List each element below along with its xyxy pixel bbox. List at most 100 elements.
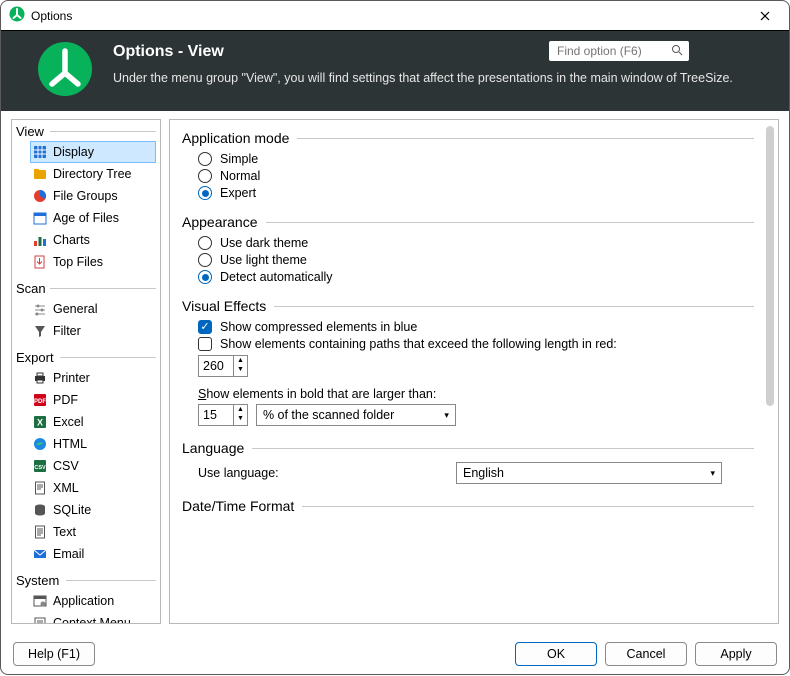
tree-item-directory-tree[interactable]: Directory Tree [30,163,156,185]
section-datetime: Date/Time Format [182,498,754,514]
tree-item-label: Excel [53,413,84,431]
scrollbar[interactable] [766,126,774,406]
section-appearance: Appearance Use dark theme Use light theme… [182,214,754,284]
folder-tree-icon [33,167,47,181]
close-icon [760,11,770,21]
tree-item-label: Display [53,143,94,161]
select-value: English [463,466,504,480]
doc-lines-icon [33,525,47,539]
pie-icon [33,189,47,203]
tree-item-label: Application [53,592,114,610]
radio-label: Use dark theme [220,236,308,250]
exceed-length-spin[interactable]: ▲▼ [198,355,248,377]
spin-down-icon[interactable]: ▼ [234,365,247,374]
section-app-mode: Application mode Simple Normal Expert [182,130,754,200]
help-button[interactable]: Help (F1) [13,642,95,666]
tree-item-label: Context Menu [53,614,131,624]
tree-item-label: Top Files [53,253,103,271]
tree-item-csv[interactable]: CSVCSV [30,455,156,477]
tree-item-age-of-files[interactable]: Age of Files [30,207,156,229]
printer-icon [33,371,47,385]
tree-item-sqlite[interactable]: SQLite [30,499,156,521]
tree-item-label: Filter [53,322,81,340]
radio-detect-automatically[interactable]: Detect automatically [198,270,754,284]
csv-icon: CSV [33,459,47,473]
grid-icon [33,145,47,159]
tree-item-xml[interactable]: XML [30,477,156,499]
mail-icon [33,547,47,561]
tree-item-file-groups[interactable]: File Groups [30,185,156,207]
ok-button[interactable]: OK [515,642,597,666]
tree-item-label: Printer [53,369,90,387]
svg-text:X: X [37,418,43,428]
select-value: % of the scanned folder [263,408,394,422]
spin-up-icon[interactable]: ▲ [234,356,247,365]
tree-item-filter[interactable]: Filter [30,320,156,342]
tree-item-label: Charts [53,231,90,249]
radio-simple[interactable]: Simple [198,152,754,166]
checkbox-show-exceed[interactable]: Show elements containing paths that exce… [198,337,754,351]
tree-item-email[interactable]: Email [30,543,156,565]
radio-label: Simple [220,152,258,166]
doc-arrow-icon [33,255,47,269]
category-tree: View Display Directory TreeFile GroupsAge … [11,119,161,624]
tree-item-top-files[interactable]: Top Files [30,251,156,273]
tree-item-display[interactable]: Display [30,141,156,163]
cancel-button[interactable]: Cancel [605,642,687,666]
spin-down-icon[interactable]: ▼ [234,414,247,423]
svg-text:CSV: CSV [34,465,46,471]
tree-item-excel[interactable]: X Excel [30,411,156,433]
language-select[interactable]: English ▾ [456,462,722,484]
checkbox-label: Show elements containing paths that exce… [220,337,617,351]
tree-item-label: HTML [53,435,87,453]
tree-item-printer[interactable]: Printer [30,367,156,389]
header: Options - View Under the menu group "Vie… [1,31,789,111]
radio-icon [198,152,212,166]
tree-item-charts[interactable]: Charts [30,229,156,251]
window-gear-icon [33,594,47,608]
tree-item-html[interactable]: HTML [30,433,156,455]
header-subtitle: Under the menu group "View", you will fi… [113,71,773,85]
tree-item-general[interactable]: General [30,298,156,320]
section-title: Appearance [182,214,266,230]
radio-use-light-theme[interactable]: Use light theme [198,253,754,267]
sliders-icon [33,302,47,316]
search-icon [671,44,683,59]
tree-group-label: Export [12,348,160,365]
close-button[interactable] [749,4,781,28]
app-logo [37,41,93,100]
radio-use-dark-theme[interactable]: Use dark theme [198,236,754,250]
tree-item-text[interactable]: Text [30,521,156,543]
radio-icon [198,186,212,200]
bold-percent-input[interactable] [199,405,233,425]
radio-label: Use light theme [220,253,307,267]
search-input[interactable] [555,43,667,59]
search-input-wrap[interactable] [549,41,689,61]
radio-expert[interactable]: Expert [198,186,754,200]
funnel-icon [33,324,47,338]
bold-percent-spin[interactable]: ▲▼ [198,404,248,426]
section-title: Application mode [182,130,297,146]
main: View Display Directory TreeFile GroupsAge … [1,111,789,632]
checkbox-icon [198,337,212,351]
tree-item-pdf[interactable]: PDFPDF [30,389,156,411]
calendar-icon [33,211,47,225]
tree-item-context-menu[interactable]: Context Menu [30,612,156,624]
section-title: Visual Effects [182,298,274,314]
radio-icon [198,236,212,250]
edge-icon [33,437,47,451]
spin-up-icon[interactable]: ▲ [234,405,247,414]
bold-unit-select[interactable]: % of the scanned folder ▾ [256,404,456,426]
chevron-down-icon: ▾ [444,410,449,421]
section-title: Date/Time Format [182,498,302,514]
radio-label: Detect automatically [220,270,333,284]
exceed-length-input[interactable] [199,356,233,376]
checkbox-show-compressed[interactable]: Show compressed elements in blue [198,320,754,334]
radio-normal[interactable]: Normal [198,169,754,183]
apply-button[interactable]: Apply [695,642,777,666]
excel-icon: X [33,415,47,429]
menu-icon [33,616,47,624]
section-title: Language [182,440,252,456]
tree-group-label: View [12,122,160,139]
tree-item-application[interactable]: Application [30,590,156,612]
